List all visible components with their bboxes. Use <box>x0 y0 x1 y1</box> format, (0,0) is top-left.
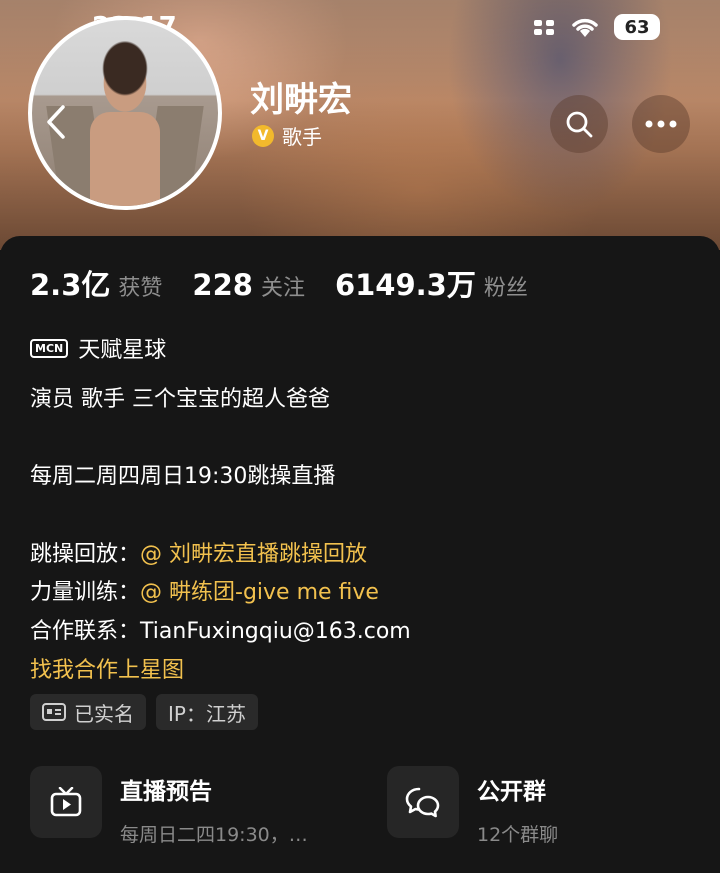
live-preview-icon-box <box>30 766 102 838</box>
mcn-icon: MCN <box>30 338 69 358</box>
live-preview-title: 直播预告 <box>120 779 212 805</box>
verified-badge-icon: V <box>252 124 274 147</box>
more-dots-icon <box>645 120 677 128</box>
replay-label: 跳操回放： <box>30 542 141 567</box>
public-group-icon-box <box>387 766 459 838</box>
id-card-icon <box>42 703 66 721</box>
more-button[interactable] <box>632 95 690 153</box>
realname-tag: 已实名 <box>30 694 146 730</box>
stats-row: 2.3亿 获赞 228 关注 6149.3万 粉丝 <box>30 262 558 304</box>
battery-indicator: 63 <box>614 14 660 40</box>
avatar-torso <box>90 112 160 206</box>
chat-bubbles-icon <box>405 787 440 818</box>
tv-icon <box>50 787 82 817</box>
verify-label: 歌手 <box>282 125 322 149</box>
following-label[interactable]: 关注 <box>261 270 305 302</box>
cooperate-link[interactable]: 找我合作上星图 <box>30 652 184 684</box>
live-preview-card[interactable]: 直播预告 每周日二四19:30，… <box>30 766 308 847</box>
followers-count[interactable]: 6149.3万 <box>335 262 476 304</box>
back-button[interactable] <box>34 92 78 152</box>
cellular-signal-icon <box>534 20 554 35</box>
wifi-icon <box>572 18 598 37</box>
bio-line-1: 演员 歌手 三个宝宝的超人爸爸 <box>30 387 330 412</box>
search-button[interactable] <box>550 95 608 153</box>
replay-row: 跳操回放：@ 刘畊宏直播跳操回放 <box>30 536 367 568</box>
contact-label: 合作联系： <box>30 619 141 644</box>
profile-name: 刘畊宏 <box>250 80 352 120</box>
chevron-left-icon <box>47 105 65 139</box>
search-icon <box>566 111 593 138</box>
public-group-subtitle: 12个群聊 <box>477 824 559 846</box>
ip-location-tag: IP：江苏 <box>156 694 258 730</box>
ip-location-label: IP：江苏 <box>168 701 246 726</box>
public-group-card[interactable]: 公开群 12个群聊 <box>387 766 558 847</box>
replay-link[interactable]: @ 刘畊宏直播跳操回放 <box>140 542 367 567</box>
following-count[interactable]: 228 <box>192 268 253 302</box>
mcn-name: 天赋星球 <box>78 338 167 363</box>
public-group-title: 公开群 <box>477 779 546 805</box>
mcn-row[interactable]: MCN 天赋星球 <box>30 332 166 364</box>
live-preview-subtitle: 每周日二四19:30，… <box>120 824 308 846</box>
likes-label: 获赞 <box>118 276 163 301</box>
tags-row: 已实名 IP：江苏 <box>30 694 258 730</box>
training-row: 力量训练：@ 畊练团-give me five <box>30 574 379 606</box>
likes-count: 2.3亿 <box>30 268 111 302</box>
contact-email: TianFuxingqiu@163.com <box>140 619 411 644</box>
training-label: 力量训练： <box>30 580 141 605</box>
bio-line-2: 每周二周四周日19:30跳操直播 <box>30 464 336 489</box>
status-icons: 63 <box>534 14 660 40</box>
contact-row: 合作联系：TianFuxingqiu@163.com <box>30 613 411 645</box>
realname-tag-label: 已实名 <box>74 701 134 726</box>
followers-label[interactable]: 粉丝 <box>484 270 528 302</box>
verify-row: V 歌手 <box>252 121 322 150</box>
training-link[interactable]: @ 畊练团-give me five <box>140 580 379 605</box>
